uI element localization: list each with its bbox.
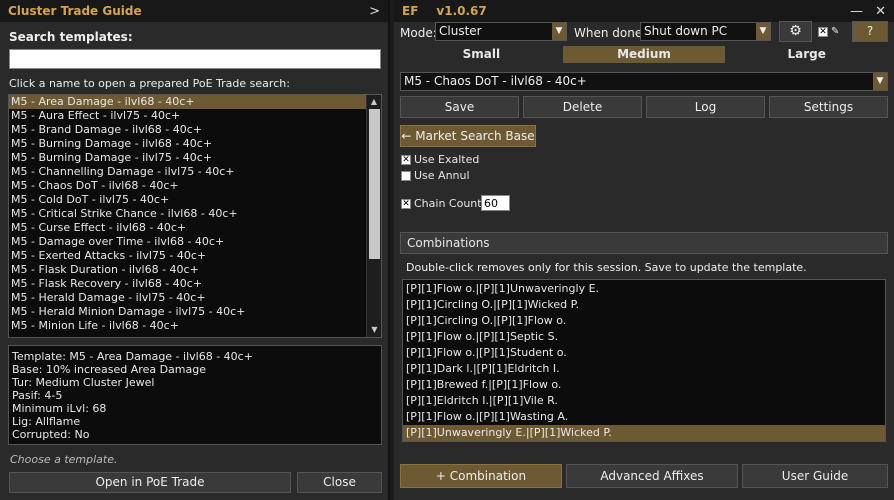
tab-medium[interactable]: Medium — [562, 46, 726, 63]
template-list-item[interactable]: M5 - Cold DoT - ilvl75 - 40c+ — [9, 193, 381, 207]
when-done-value: Shut down PC — [644, 24, 728, 38]
template-select[interactable]: M5 - Chaos DoT - ilvl68 - 40c+ ▼ — [400, 72, 888, 91]
left-window-title: Cluster Trade Guide — [8, 4, 142, 18]
checkbox-box[interactable]: ✕ — [818, 26, 828, 37]
combination-item[interactable]: [P][1]Unwaveringly E.|[P][1]Wicked P. — [403, 425, 885, 441]
open-in-poe-trade-button[interactable]: Open in PoE Trade — [9, 472, 291, 493]
chevron-down-icon[interactable]: ▼ — [873, 73, 887, 90]
chain-count-checkbox[interactable]: ✕ Chain Count: — [401, 197, 485, 210]
template-hint: Click a name to open a prepared PoE Trad… — [9, 77, 290, 90]
tab-large[interactable]: Large — [725, 46, 888, 63]
when-done-select[interactable]: Shut down PC ▼ — [640, 22, 771, 41]
template-list-item[interactable]: M5 - Damage over Time - ilvl68 - 40c+ — [9, 235, 381, 249]
combination-item[interactable]: [P][1]Circling O.|[P][1]Flow o. — [403, 313, 885, 329]
combination-item[interactable]: [P][1]Brewed f.|[P][1]Flow o. — [403, 377, 885, 393]
use-annul-label: Use Annul — [414, 169, 470, 182]
template-list-item[interactable]: M5 - Burning Damage - ilvl75 - 40c+ — [9, 151, 381, 165]
scroll-down-icon[interactable]: ▼ — [367, 323, 381, 337]
chevron-down-icon[interactable]: ▼ — [756, 23, 770, 40]
delete-button[interactable]: Delete — [523, 96, 642, 118]
save-button[interactable]: Save — [400, 96, 519, 118]
mode-label: Mode: — [400, 26, 437, 40]
checkbox-box[interactable]: ✕ — [401, 154, 411, 165]
combination-item[interactable]: [P][1]Flow o.|[P][1]Unwaveringly E. — [403, 281, 885, 297]
detail-line: Template: M5 - Area Damage - ilvl68 - 40… — [12, 350, 253, 363]
combination-item[interactable]: [P][1]Flow o.|[P][1]Student o. — [403, 345, 885, 361]
detail-line: Pasif: 4-5 — [12, 389, 63, 402]
size-tabs: Small Medium Large — [400, 46, 888, 63]
template-list-item[interactable]: M5 - Herald Minion Damage - ilvl75 - 40c… — [9, 305, 381, 319]
use-exalted-label: Use Exalted — [414, 153, 480, 166]
template-list-item[interactable]: M5 - Curse Effect - ilvl68 - 40c+ — [9, 221, 381, 235]
detail-line: Minimum iLvl: 68 — [12, 402, 107, 415]
minimize-icon[interactable]: — — [850, 4, 863, 19]
version-label: v1.0.67 — [436, 4, 487, 18]
when-done-label: When done: — [574, 26, 647, 40]
add-combination-button[interactable]: + Combination — [400, 464, 562, 488]
search-label: Search templates: — [9, 30, 133, 44]
template-list-item[interactable]: M5 - Herald Damage - ilvl75 - 40c+ — [9, 291, 381, 305]
settings-button[interactable]: Settings — [769, 96, 888, 118]
cluster-trade-guide-window: Cluster Trade Guide > Search templates: … — [0, 0, 390, 500]
detail-line: Base: 10% increased Area Damage — [12, 363, 207, 376]
pin-icon: ✎ — [831, 26, 840, 37]
use-annul-checkbox[interactable]: Use Annul — [401, 169, 470, 182]
template-list-item[interactable]: M5 - Chaos DoT - ilvl68 - 40c+ — [9, 179, 381, 193]
combinations-header: Combinations — [400, 232, 888, 254]
chain-count-label: Chain Count: — [414, 197, 486, 210]
gear-icon[interactable]: ⚙ — [779, 21, 812, 42]
combination-item[interactable]: [P][1]Flow o.|[P][1]Septic S. — [403, 329, 885, 345]
detail-line: Lig: Allflame — [12, 415, 81, 428]
pin-checkbox[interactable]: ✕ ✎ — [818, 26, 839, 37]
template-list-item[interactable]: M5 - Flask Recovery - ilvl68 - 40c+ — [9, 277, 381, 291]
scroll-up-icon[interactable]: ▲ — [367, 95, 381, 109]
template-list-item[interactable]: M5 - Aura Effect - ilvl75 - 40c+ — [9, 109, 381, 123]
close-button[interactable]: Close — [297, 472, 382, 493]
template-list-item[interactable]: M5 - Channelling Damage - ilvl75 - 40c+ — [9, 165, 381, 179]
combination-item[interactable]: [P][1]Dark l.|[P][1]Eldritch I. — [403, 361, 885, 377]
combinations-list[interactable]: [P][1]Flow o.|[P][1]Unwaveringly E. [P][1… — [402, 279, 886, 442]
tab-small[interactable]: Small — [400, 46, 563, 63]
left-titlebar: Cluster Trade Guide > — [0, 0, 388, 22]
mode-select[interactable]: Cluster ▼ — [435, 22, 567, 41]
template-list-item[interactable]: M5 - Brand Damage - ilvl68 - 40c+ — [9, 123, 381, 137]
template-select-value: M5 - Chaos DoT - ilvl68 - 40c+ — [404, 74, 587, 88]
template-list-item[interactable]: M5 - Burning Damage - ilvl68 - 40c+ — [9, 137, 381, 151]
template-details: Template: M5 - Area Damage - ilvl68 - 40… — [8, 345, 382, 445]
log-button[interactable]: Log — [646, 96, 765, 118]
detail-line: Corrupted: No — [12, 428, 90, 441]
status-text: Choose a template. — [10, 453, 118, 466]
right-titlebar: EF v1.0.67 — ✕ — [394, 0, 894, 22]
template-list-scrollbar[interactable]: ▲ ▼ — [366, 95, 381, 337]
right-window-title: EF — [402, 4, 419, 18]
checkbox-box[interactable] — [401, 170, 411, 181]
scroll-thumb[interactable] — [369, 109, 380, 259]
mode-value: Cluster — [439, 24, 482, 38]
template-list-item[interactable]: M5 - Flask Duration - ilvl68 - 40c+ — [9, 263, 381, 277]
template-list[interactable]: M5 - Area Damage - ilvl68 - 40c+ M5 - Aur… — [8, 94, 382, 338]
ef-window: EF v1.0.67 — ✕ Mode: Cluster ▼ When done… — [394, 0, 894, 500]
template-list-item[interactable]: M5 - Minion Life - ilvl68 - 40c+ — [9, 319, 381, 333]
combinations-hint: Double-click removes only for this sessi… — [406, 261, 807, 274]
user-guide-button[interactable]: User Guide — [742, 464, 888, 488]
template-list-item[interactable]: M5 - Critical Strike Chance - ilvl68 - 4… — [9, 207, 381, 221]
chevron-right-icon[interactable]: > — [369, 4, 380, 19]
use-exalted-checkbox[interactable]: ✕ Use Exalted — [401, 153, 479, 166]
combination-item[interactable]: [P][1]Flow o.|[P][1]Wasting A. — [403, 409, 885, 425]
template-list-item[interactable]: M5 - Area Damage - ilvl68 - 40c+ — [9, 95, 381, 109]
detail-line: Tur: Medium Cluster Jewel — [12, 376, 155, 389]
combination-item[interactable]: [P][1]Eldritch I.|[P][1]Vile R. — [403, 393, 885, 409]
combination-item[interactable]: [P][1]Circling O.|[P][1]Wicked P. — [403, 297, 885, 313]
close-icon[interactable]: ✕ — [875, 4, 886, 19]
market-search-base-button[interactable]: ← Market Search Base — [400, 125, 536, 147]
template-list-item[interactable]: M5 - Exerted Attacks - ilvl75 - 40c+ — [9, 249, 381, 263]
advanced-affixes-button[interactable]: Advanced Affixes — [566, 464, 738, 488]
help-button[interactable]: ? — [852, 21, 888, 42]
chevron-down-icon[interactable]: ▼ — [552, 23, 566, 40]
checkbox-box[interactable]: ✕ — [401, 198, 411, 209]
search-input[interactable] — [9, 49, 381, 69]
chain-count-input[interactable] — [481, 195, 510, 211]
